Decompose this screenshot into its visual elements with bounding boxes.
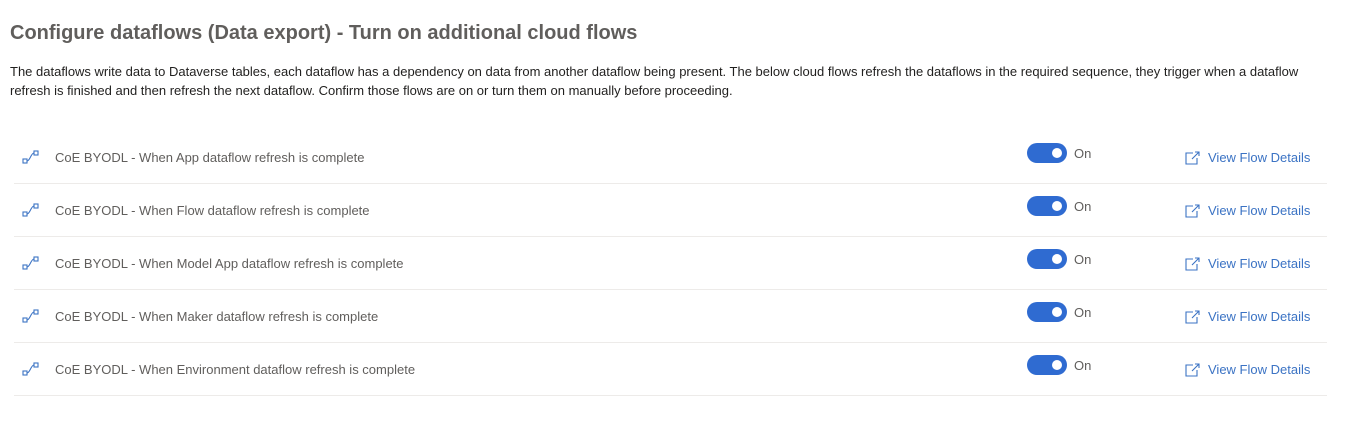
view-flow-details-link[interactable]: View Flow Details	[1184, 256, 1310, 271]
flow-toggle[interactable]	[1027, 143, 1067, 163]
toggle-knob	[1052, 201, 1062, 211]
flow-row: CoE BYODL - When Environment dataflow re…	[14, 343, 1327, 396]
view-flow-details-label: View Flow Details	[1208, 362, 1311, 377]
toggle-knob	[1052, 254, 1062, 264]
open-in-new-window-icon	[1185, 256, 1200, 271]
view-flow-details-label: View Flow Details	[1208, 203, 1311, 218]
toggle-knob	[1052, 148, 1062, 158]
flow-toggle[interactable]	[1027, 196, 1067, 216]
flow-toggle[interactable]	[1027, 355, 1067, 375]
view-flow-details-link[interactable]: View Flow Details	[1184, 309, 1310, 324]
view-flow-details-label: View Flow Details	[1208, 309, 1311, 324]
flow-icon	[22, 309, 39, 323]
view-flow-details-link[interactable]: View Flow Details	[1184, 203, 1310, 218]
flow-row: CoE BYODL - When Maker dataflow refresh …	[14, 290, 1327, 343]
flow-icon	[22, 362, 39, 376]
flow-icon	[22, 203, 39, 217]
flow-name: CoE BYODL - When Model App dataflow refr…	[55, 256, 404, 271]
flow-name: CoE BYODL - When Maker dataflow refresh …	[55, 309, 379, 324]
page-description: The dataflows write data to Dataverse ta…	[10, 64, 1299, 98]
flow-name: CoE BYODL - When Flow dataflow refresh i…	[55, 203, 370, 218]
flow-toggle[interactable]	[1027, 249, 1067, 269]
open-in-new-window-icon	[1185, 203, 1200, 218]
flow-icon	[22, 256, 39, 270]
open-in-new-window-icon	[1185, 362, 1200, 377]
page-title: Configure dataflows (Data export) - Turn…	[10, 22, 638, 44]
flow-row: CoE BYODL - When Flow dataflow refresh i…	[14, 184, 1327, 237]
toggle-knob	[1052, 360, 1062, 370]
flow-row: CoE BYODL - When App dataflow refresh is…	[14, 131, 1327, 184]
flow-list: CoE BYODL - When App dataflow refresh is…	[14, 131, 1327, 396]
view-flow-details-label: View Flow Details	[1208, 150, 1311, 165]
flow-icon	[22, 150, 39, 164]
open-in-new-window-icon	[1185, 150, 1200, 165]
toggle-state-label: On	[1074, 358, 1092, 373]
configure-dataflows-page: Configure dataflows (Data export) - Turn…	[0, 0, 1345, 448]
view-flow-details-link[interactable]: View Flow Details	[1184, 362, 1310, 377]
toggle-state-label: On	[1074, 199, 1092, 214]
flow-name: CoE BYODL - When Environment dataflow re…	[55, 362, 416, 377]
flow-name: CoE BYODL - When App dataflow refresh is…	[55, 150, 365, 165]
view-flow-details-label: View Flow Details	[1208, 256, 1311, 271]
toggle-state-label: On	[1074, 146, 1092, 161]
flow-toggle[interactable]	[1027, 302, 1067, 322]
toggle-knob	[1052, 307, 1062, 317]
open-in-new-window-icon	[1185, 309, 1200, 324]
view-flow-details-link[interactable]: View Flow Details	[1184, 150, 1310, 165]
flow-row: CoE BYODL - When Model App dataflow refr…	[14, 237, 1327, 290]
toggle-state-label: On	[1074, 252, 1092, 267]
toggle-state-label: On	[1074, 305, 1092, 320]
